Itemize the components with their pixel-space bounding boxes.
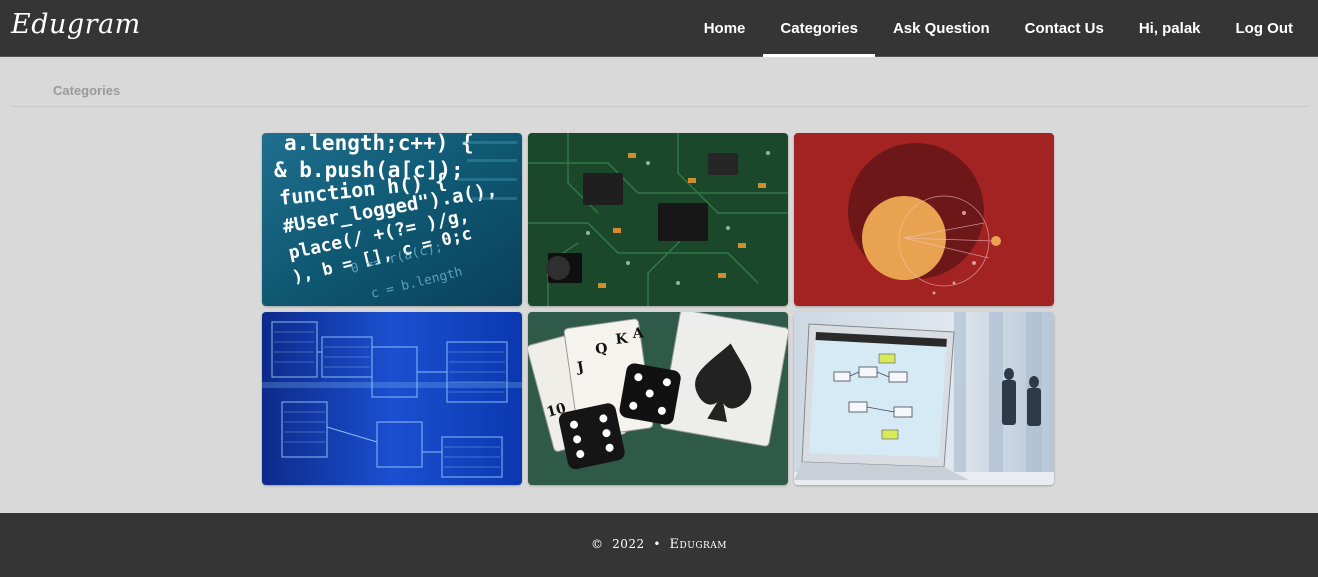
footer: © 2022 • Edugram xyxy=(0,513,1318,577)
svg-text:Q: Q xyxy=(594,340,608,358)
nav-home[interactable]: Home xyxy=(686,0,763,57)
cards-dice-image: 10 J Q K A xyxy=(528,312,788,485)
footer-separator: • xyxy=(653,537,661,551)
category-grid: a.length;c++) { & b.push(a[c]); function… xyxy=(262,133,1055,485)
svg-text:a.length;c++) {: a.length;c++) { xyxy=(284,133,474,155)
nav-categories[interactable]: Categories xyxy=(762,0,876,57)
nav-contact-us[interactable]: Contact Us xyxy=(1007,0,1121,57)
nav-menu: Home Categories Ask Question Contact Us … xyxy=(686,0,1318,57)
category-card-data-science[interactable] xyxy=(794,133,1054,306)
nav-user-greeting[interactable]: Hi, palak xyxy=(1121,0,1218,57)
footer-copyright: © 2022 • Edugram xyxy=(0,537,1318,552)
copyright-symbol: © xyxy=(590,537,604,551)
circuit-board-image xyxy=(528,133,788,306)
programming-code-image: a.length;c++) { & b.push(a[c]); function… xyxy=(262,133,522,306)
breadcrumb-bar: Categories xyxy=(11,57,1309,107)
category-card-software-design[interactable] xyxy=(794,312,1054,485)
category-card-electronics[interactable] xyxy=(528,133,788,306)
laptop-flowchart-image xyxy=(794,312,1054,485)
svg-text:A: A xyxy=(631,325,645,342)
database-schema-image xyxy=(262,312,522,485)
category-card-programming[interactable]: a.length;c++) { & b.push(a[c]); function… xyxy=(262,133,522,306)
nav-ask-question[interactable]: Ask Question xyxy=(875,0,1007,57)
brand-logo[interactable]: Edugram xyxy=(11,9,141,40)
breadcrumb: Categories xyxy=(53,83,121,98)
navbar: Edugram Home Categories Ask Question Con… xyxy=(0,0,1318,57)
nav-logout[interactable]: Log Out xyxy=(1218,0,1318,57)
category-card-probability[interactable]: 10 J Q K A xyxy=(528,312,788,485)
footer-year: 2022 xyxy=(612,537,645,551)
category-card-database[interactable] xyxy=(262,312,522,485)
venn-circles-image xyxy=(794,133,1054,306)
footer-brand: Edugram xyxy=(669,537,728,552)
